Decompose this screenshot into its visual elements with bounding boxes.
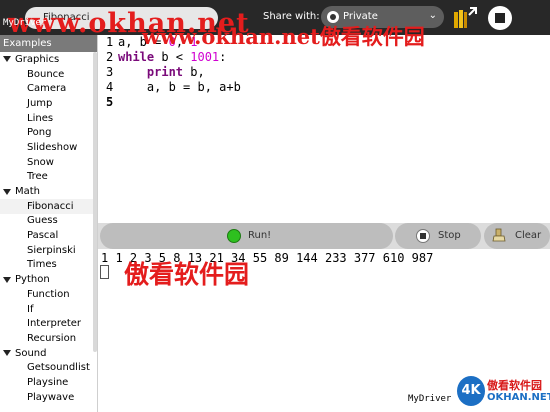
code-line: print b, [146,65,205,79]
example-slideshow[interactable]: Slideshow [0,140,97,155]
example-playwave[interactable]: Playwave [0,390,97,405]
category-graphics[interactable]: Graphics [0,52,97,67]
chevron-down-icon: ⌄ [428,10,437,21]
eraser-icon [492,228,506,242]
example-interpreter[interactable]: Interpreter [0,316,97,331]
line-number-gutter: 1 2 3 4 5 [98,35,118,223]
examples-sidebar: Examples Graphics Bounce Camera Jump Lin… [0,35,98,412]
stop-activity-button[interactable] [488,6,512,30]
clear-button[interactable]: Clear [484,223,550,249]
sidebar-header: Examples [0,35,97,52]
example-guess[interactable]: Guess [0,214,97,229]
example-camera[interactable]: Camera [0,81,97,96]
run-button[interactable]: Run! [100,223,393,249]
code-line: while b < 1001: [118,50,227,64]
console-cursor [100,265,109,279]
line-number: 2 [106,50,114,64]
code-line: a, b = b, a+b [118,80,241,94]
button-bar: Run! Stop Clear [98,223,550,249]
example-bounce[interactable]: Bounce [0,67,97,82]
stop-button-label: Stop [438,230,461,241]
example-sierpinski[interactable]: Sierpinski [0,243,97,258]
example-tree[interactable]: Tree [0,170,97,185]
line-number: 4 [106,80,114,94]
example-snow[interactable]: Snow [0,155,97,170]
logo-chinese-text: 傲看软件园 [487,379,542,392]
example-playsine[interactable]: Playsine [0,375,97,390]
watermark-middle: 傲看软件园 [124,260,250,289]
example-times[interactable]: Times [0,258,97,273]
example-function[interactable]: Function [0,287,97,302]
okhan-logo: 4K 傲看软件园 OKHAN.NET [457,376,550,410]
line-number: 3 [106,65,114,79]
keep-button[interactable] [452,6,478,30]
run-icon [227,229,241,243]
line-number: 5 [106,95,114,109]
example-pong[interactable]: Pong [0,125,97,140]
category-math[interactable]: Math [0,184,97,199]
watermark-mydriver-top: MyDriver [3,18,47,28]
logo-4k-icon: 4K [457,376,485,406]
code-text-area[interactable]: a, b = 0, 1 while b < 1001: print b, a, … [118,35,550,223]
stop-icon [416,229,430,243]
line-number: 1 [106,35,114,49]
run-button-label: Run! [248,230,272,241]
expander-icon[interactable] [3,188,11,195]
clear-button-label: Clear [515,230,542,241]
category-sound[interactable]: Sound [0,346,97,361]
stop-button[interactable]: Stop [395,223,481,249]
watermark-mydriver-bottom: MyDriver [408,394,452,404]
example-if[interactable]: If [0,302,97,317]
example-getsoundlist[interactable]: Getsoundlist [0,360,97,375]
expander-icon[interactable] [3,56,11,63]
example-jump[interactable]: Jump [0,96,97,111]
example-pascal[interactable]: Pascal [0,228,97,243]
code-editor[interactable]: 1 2 3 4 5 a, b = 0, 1 while b < 1001: pr… [98,35,550,223]
logo-english-text: OKHAN.NET [487,392,550,403]
category-python[interactable]: Python [0,272,97,287]
expander-icon[interactable] [3,276,11,283]
keep-icon [454,7,477,28]
example-lines[interactable]: Lines [0,111,97,126]
expander-icon[interactable] [3,350,11,357]
sidebar-scrollbar[interactable] [93,52,97,352]
example-recursion[interactable]: Recursion [0,331,97,346]
watermark-top-overlay: www.okhan.net傲看软件园 [142,24,425,49]
example-fibonacci[interactable]: Fibonacci [0,198,97,214]
